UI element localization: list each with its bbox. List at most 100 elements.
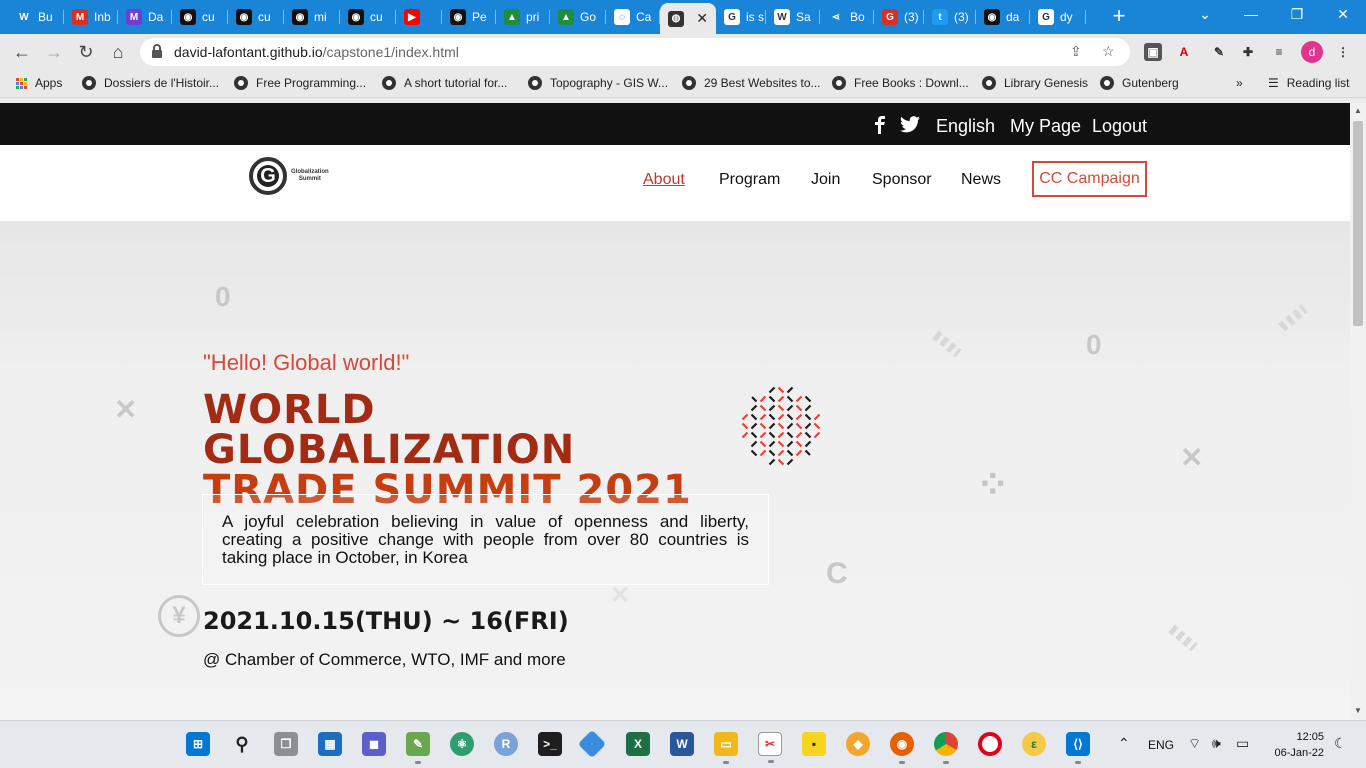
browser-tab-label: is s: [746, 10, 764, 24]
home-icon[interactable]: ⌂: [105, 39, 131, 65]
nav-sponsor[interactable]: Sponsor: [872, 171, 932, 189]
browser-tab[interactable]: ▶: [396, 4, 442, 30]
bookmark-item[interactable]: 29 Best Websites to...: [682, 76, 821, 90]
chrome-icon[interactable]: [934, 732, 958, 764]
close-tab-icon[interactable]: ✕: [696, 10, 708, 27]
bookmark-item[interactable]: Free Books : Downl...: [832, 76, 969, 90]
close-window-button[interactable]: ✕: [1332, 6, 1354, 23]
terminal-icon[interactable]: >_: [538, 732, 562, 756]
sticky-notes-icon[interactable]: ▪: [802, 732, 826, 756]
vscode-icon[interactable]: ⟨⟩: [1066, 732, 1090, 764]
browser-tab[interactable]: Gis s: [716, 4, 766, 30]
url-text[interactable]: david-lafontant.github.io/capstone1/inde…: [174, 44, 459, 60]
menu-dots-icon[interactable]: ⋮: [1334, 43, 1352, 61]
scroll-up-icon[interactable]: ▲: [1354, 106, 1362, 115]
my-page-link[interactable]: My Page: [1010, 116, 1081, 137]
wifi-icon[interactable]: ⌔: [1188, 735, 1201, 753]
scroll-thumb[interactable]: [1353, 121, 1363, 326]
browser-tab[interactable]: ◌ Ca: [606, 4, 660, 30]
system-clock[interactable]: 12:05 06-Jan-22: [1268, 729, 1324, 761]
browser-tab[interactable]: ◉ mi: [284, 4, 340, 30]
browser-tab[interactable]: ◍ ✕: [660, 3, 716, 34]
browser-tab[interactable]: t (3): [924, 4, 976, 30]
task-view-icon[interactable]: ❐: [274, 732, 298, 756]
browser-tab[interactable]: M Inb: [64, 4, 118, 30]
atom-icon[interactable]: ⚛: [450, 732, 474, 756]
share-icon[interactable]: ⇪: [1070, 43, 1082, 60]
site-logo[interactable]: G Globalization Summit: [249, 157, 329, 195]
bookmarks-overflow-button[interactable]: »: [1236, 76, 1243, 90]
browser-tab[interactable]: ◉ Pe: [442, 4, 496, 30]
scroll-down-icon[interactable]: ▼: [1354, 706, 1362, 715]
reload-icon[interactable]: ↻: [73, 39, 99, 65]
bookmark-label: Apps: [35, 76, 63, 90]
back-arrow-icon[interactable]: ←: [9, 39, 35, 65]
puzzle-extensions-icon[interactable]: ✚: [1239, 43, 1257, 61]
snipping-tool-icon[interactable]: ✂: [758, 732, 782, 763]
apps-shortcut[interactable]: Apps: [16, 76, 62, 90]
twitter-icon[interactable]: [900, 116, 920, 138]
bookmark-item[interactable]: Gutenberg: [1100, 76, 1179, 90]
notifications-moon-icon[interactable]: ☾: [1334, 735, 1347, 752]
color-picker-icon[interactable]: ✎: [1210, 43, 1228, 61]
maximize-button[interactable]: ❐: [1286, 6, 1308, 23]
widgets-icon[interactable]: ▦: [318, 732, 342, 756]
nav-join[interactable]: Join: [811, 171, 840, 189]
file-explorer-icon[interactable]: ▭: [714, 732, 738, 764]
chameleon-icon[interactable]: ε: [1022, 732, 1046, 756]
address-bar[interactable]: david-lafontant.github.io/capstone1/inde…: [140, 38, 1130, 66]
teams-chat-icon[interactable]: ◼: [362, 732, 386, 756]
lock-icon[interactable]: [152, 44, 162, 58]
volume-icon[interactable]: 🕪: [1212, 735, 1221, 752]
firefox-icon[interactable]: ◉: [890, 732, 914, 764]
nav-program[interactable]: Program: [719, 171, 780, 189]
browser-tab[interactable]: ◉ cu: [228, 4, 284, 30]
browser-tab[interactable]: ◉ cu: [172, 4, 228, 30]
browser-tab[interactable]: ▲ pri: [496, 4, 550, 30]
media-control-icon[interactable]: ≡: [1270, 43, 1288, 61]
browser-tab[interactable]: G (3): [874, 4, 924, 30]
browser-tab[interactable]: ◉ da: [976, 4, 1030, 30]
language-link[interactable]: English: [936, 116, 995, 137]
pattern-mark: [777, 422, 785, 430]
tab-search-icon[interactable]: ⌄: [1194, 6, 1216, 23]
browser-tab[interactable]: W Bu: [8, 4, 64, 30]
bookmark-item[interactable]: Library Genesis: [982, 76, 1088, 90]
browser-tab[interactable]: ⋖ Bo: [820, 4, 874, 30]
bookmark-item[interactable]: Dossiers de l'Histoir...: [82, 76, 219, 90]
language-indicator[interactable]: ENG: [1148, 738, 1174, 752]
bookmark-item[interactable]: Free Programming...: [234, 76, 366, 90]
nav-news[interactable]: News: [961, 171, 1001, 189]
facebook-icon[interactable]: [874, 116, 886, 139]
browser-tab[interactable]: W Sa: [766, 4, 820, 30]
bookmark-star-icon[interactable]: ☆: [1102, 43, 1115, 60]
browser-tab[interactable]: Gdy: [1030, 4, 1086, 30]
brave-icon[interactable]: ◆: [846, 732, 870, 756]
nav-about[interactable]: About: [643, 171, 685, 189]
logout-link[interactable]: Logout: [1092, 116, 1147, 137]
start-icon[interactable]: ⊞: [186, 732, 210, 756]
search-icon[interactable]: ⚲: [230, 732, 254, 756]
reading-list-button[interactable]: ☰ Reading list: [1268, 76, 1349, 90]
cc-campaign-button[interactable]: CC Campaign: [1032, 161, 1147, 197]
notepad-plus-icon[interactable]: ✎: [406, 732, 430, 764]
profile-avatar[interactable]: d: [1301, 41, 1323, 63]
pdf-extension-icon[interactable]: A: [1175, 43, 1193, 61]
new-tab-button[interactable]: +: [1108, 5, 1130, 27]
page-scrollbar[interactable]: ▲ ▼: [1350, 103, 1366, 720]
r-icon[interactable]: R: [494, 732, 518, 756]
opera-icon[interactable]: [978, 732, 1002, 756]
bookmark-item[interactable]: Topography - GIS W...: [528, 76, 668, 90]
browser-tab[interactable]: ◉ cu: [340, 4, 396, 30]
browser-tab[interactable]: M Da: [118, 4, 172, 30]
excel-icon[interactable]: X: [626, 732, 650, 756]
gitkraken-icon[interactable]: [577, 729, 607, 759]
bookmark-item[interactable]: A short tutorial for...: [382, 76, 507, 90]
battery-icon[interactable]: ▭: [1236, 735, 1249, 752]
minimize-button[interactable]: —: [1240, 6, 1262, 22]
browser-tab[interactable]: ▲ Go: [550, 4, 606, 30]
forward-arrow-icon[interactable]: →: [41, 39, 67, 65]
chevron-up-icon[interactable]: ⌃: [1118, 735, 1130, 752]
word-icon[interactable]: W: [670, 732, 694, 756]
extension-icon[interactable]: ▣: [1144, 43, 1162, 61]
